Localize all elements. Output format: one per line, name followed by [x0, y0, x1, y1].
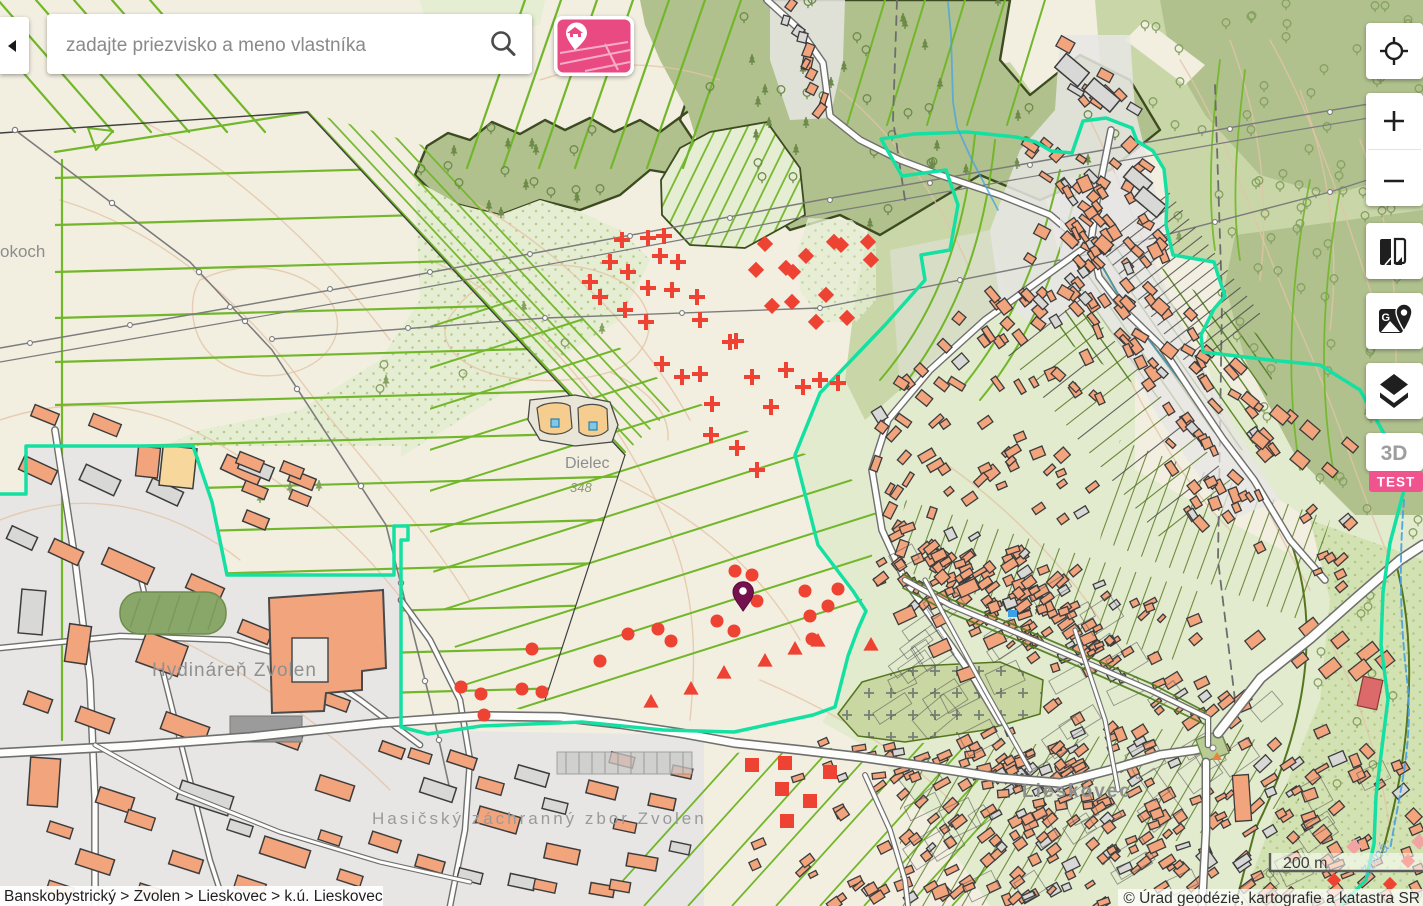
svg-text:Dielec: Dielec — [565, 455, 609, 472]
svg-text:3D: 3D — [1381, 442, 1408, 465]
svg-text:G: G — [1382, 312, 1391, 324]
svg-text:Hasičský záchranný zbor Zvolen: Hasičský záchranný zbor Zvolen — [372, 809, 707, 828]
svg-text:Lieskovec: Lieskovec — [1022, 781, 1132, 802]
svg-text:okoch: okoch — [0, 242, 45, 261]
svg-text:348: 348 — [570, 480, 592, 495]
svg-text:Hydináreň Zvolen: Hydináreň Zvolen — [152, 660, 317, 681]
svg-text:© Úrad geodézie, kartografie a: © Úrad geodézie, kartografie a katastra … — [1123, 890, 1420, 906]
svg-text:TEST: TEST — [1377, 475, 1416, 490]
svg-text:zadajte priezvisko a meno vlas: zadajte priezvisko a meno vlastníka — [66, 35, 366, 56]
svg-text:Banskobystrický > Zvolen > Lie: Banskobystrický > Zvolen > Lieskovec > k… — [4, 888, 383, 905]
svg-text:200 m: 200 m — [1283, 855, 1327, 872]
